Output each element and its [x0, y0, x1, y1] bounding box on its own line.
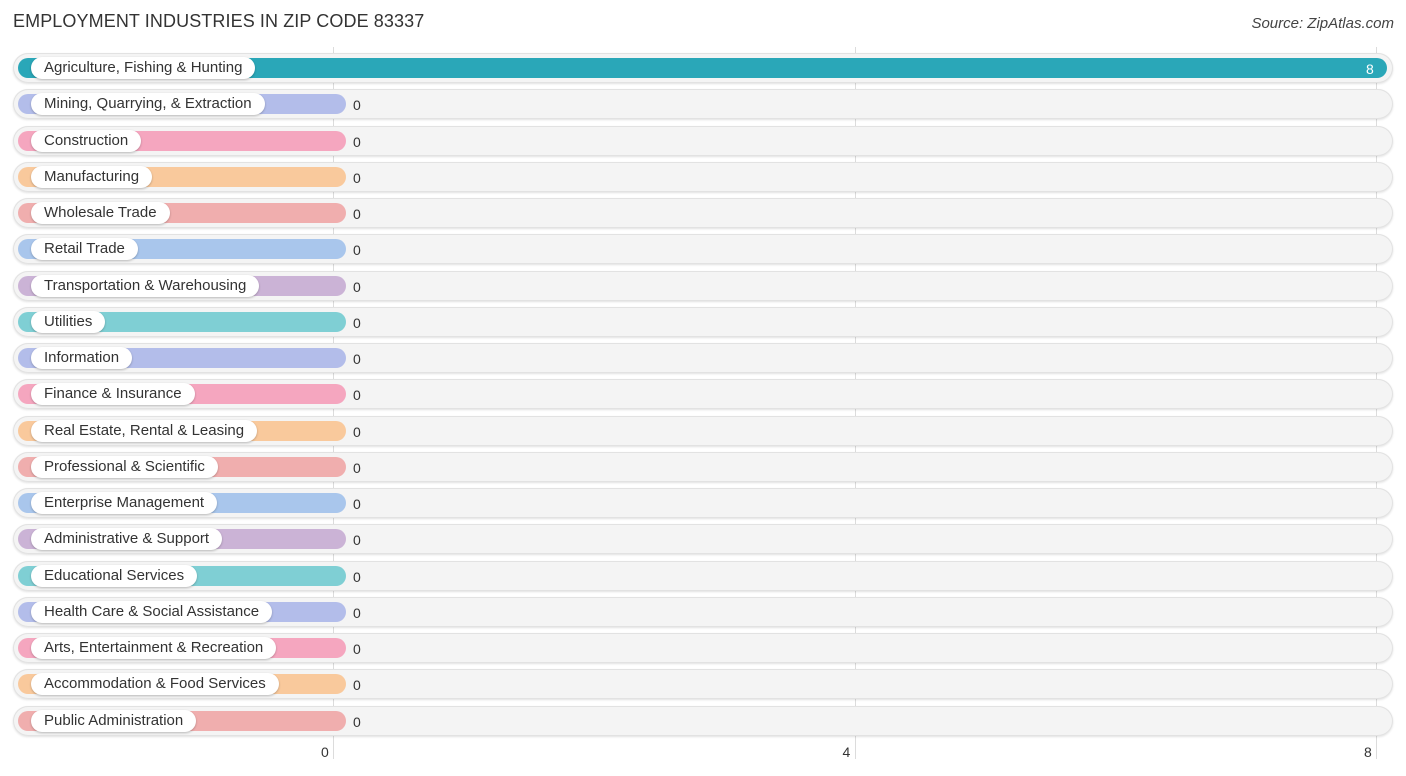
x-tick-label: 4 — [842, 744, 851, 760]
value-label: 0 — [353, 133, 361, 150]
category-label: Enterprise Management — [31, 492, 218, 514]
bar-chart: Agriculture, Fishing & Hunting 8 Mining, Q… — [0, 0, 1406, 776]
value-label: 0 — [353, 314, 361, 331]
value-label: 0 — [353, 423, 361, 440]
value-label: 0 — [353, 604, 361, 621]
value-label: 0 — [353, 169, 361, 186]
category-label: Administrative & Support — [31, 528, 223, 551]
value-label: 8 — [1366, 61, 1374, 77]
value-label: 0 — [353, 242, 361, 259]
value-label: 0 — [353, 206, 361, 222]
category-label: Mining, Quarrying, & Extraction — [31, 93, 265, 116]
category-label: Accommodation & Food Services — [31, 673, 279, 696]
category-label: Real Estate, Rental & Leasing — [31, 419, 258, 442]
category-label: Professional & Scientific — [31, 455, 218, 478]
category-label: Agriculture, Fishing & Hunting — [31, 57, 256, 79]
category-label: Construction — [31, 129, 142, 152]
value-label: 0 — [353, 97, 361, 114]
category-label: Information — [31, 347, 133, 369]
category-label: Public Administration — [31, 709, 197, 732]
category-label: Retail Trade — [31, 238, 138, 261]
category-label: Arts, Entertainment & Recreation — [31, 637, 277, 659]
value-label: 0 — [353, 713, 361, 730]
category-label: Utilities — [31, 310, 106, 333]
value-label: 0 — [353, 496, 361, 512]
value-label: 0 — [353, 459, 361, 476]
category-label: Transportation & Warehousing — [31, 274, 260, 297]
category-label: Health Care & Social Assistance — [31, 600, 273, 623]
category-label: Finance & Insurance — [31, 383, 195, 406]
category-label: Educational Services — [31, 564, 198, 587]
value-label: 0 — [353, 568, 361, 585]
x-tick-label: 0 — [321, 744, 329, 760]
value-label: 0 — [353, 532, 361, 549]
value-label: 0 — [353, 677, 361, 694]
category-label: Wholesale Trade — [31, 202, 170, 224]
value-label: 0 — [353, 351, 361, 367]
value-label: 0 — [353, 641, 361, 657]
category-label: Manufacturing — [31, 165, 153, 188]
value-label: 0 — [353, 387, 361, 404]
value-label: 0 — [353, 278, 361, 295]
x-tick-label: 8 — [1364, 744, 1372, 760]
